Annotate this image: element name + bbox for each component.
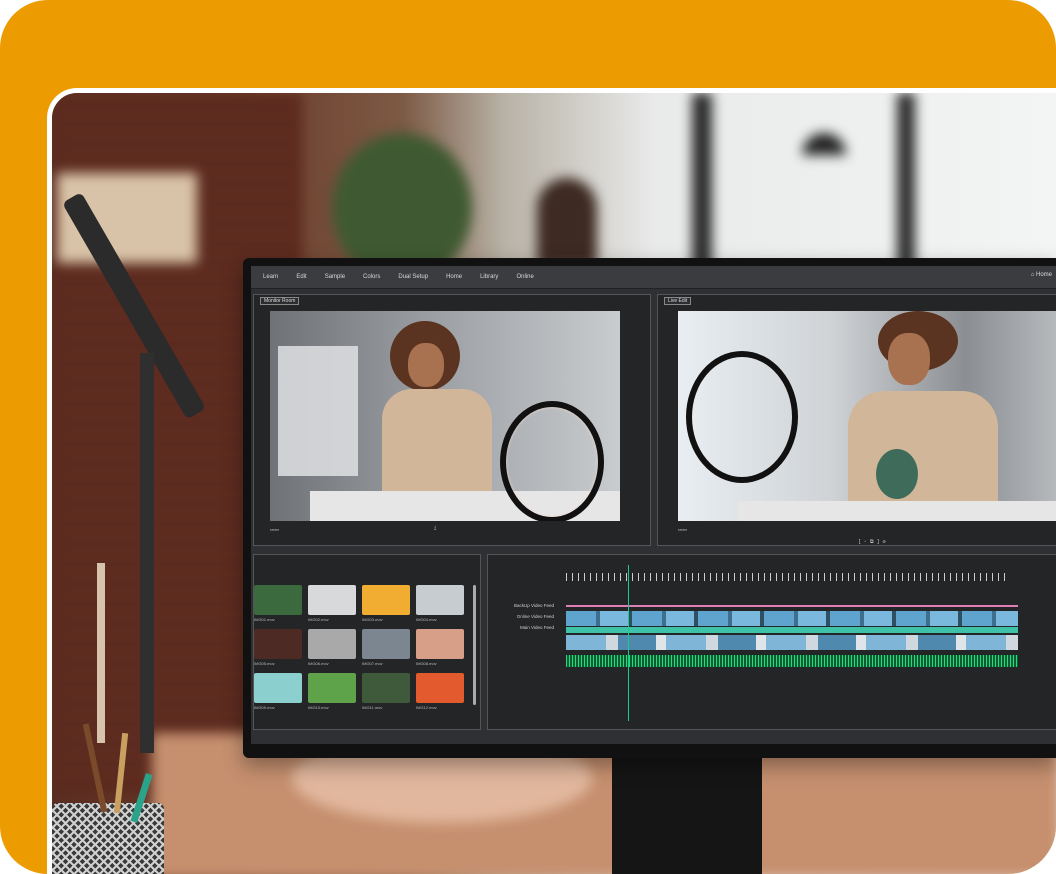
person-face [408,343,444,387]
clip-thumb[interactable] [416,585,464,615]
menu-learn[interactable]: Learn [263,274,278,280]
menu-sample[interactable]: Sample [325,274,345,280]
menu-library[interactable]: Library [480,274,498,280]
clip-thumb[interactable] [308,585,356,615]
clip-thumb[interactable] [416,673,464,703]
ring-light [500,401,604,521]
monitor-room-panel: Monitor Room ▭▭▭ ⤓ [253,294,651,546]
menu-colors[interactable]: Colors [363,274,380,280]
clip-thumb[interactable] [416,629,464,659]
live-edit-tag: Live Edit [664,297,692,305]
track-labels: BackUp Video Feed Online Video Feed Main… [494,603,554,683]
person-right-face [888,333,930,385]
lamp-pole [140,353,154,753]
clip-caption: IMG06.mov [308,661,329,666]
clip-caption: IMG05.mov [254,661,275,666]
clip-thumb[interactable] [254,629,302,659]
orange-frame: Learn Edit Sample Colors Dual Setup Home… [0,0,1056,874]
pendant-lamp [802,133,846,155]
monitor: Learn Edit Sample Colors Dual Setup Home… [243,258,1056,758]
clip-caption: IMG08.mov [416,661,437,666]
media-bin-scrollbar[interactable] [473,585,476,705]
clip-thumb[interactable] [308,673,356,703]
window-frame-2 [897,93,915,283]
playhead[interactable] [628,565,629,721]
clip-caption: IMG03.mov [362,617,383,622]
preview-video-left [270,311,620,521]
home-button[interactable]: ⌂ Home [1031,272,1052,278]
media-bin: IMG01.mov IMG02.mov IMG03.mov IMG04.mov … [253,554,481,730]
person-shirt [382,389,492,493]
clip-thumb[interactable] [362,585,410,615]
timecode-left: ▭▭▭ [270,527,280,533]
desk-right [738,501,1056,521]
video-editor-screen: Learn Edit Sample Colors Dual Setup Home… [251,266,1056,744]
clip-caption: IMG07.mov [362,661,383,666]
clip-caption: IMG01.mov [254,617,275,622]
menu-dual-setup[interactable]: Dual Setup [398,274,428,280]
clip-thumb[interactable] [362,629,410,659]
clip-caption: IMG09.mov [254,705,275,710]
lamp-spring [97,563,105,743]
track-label-main: Main Video Feed [520,625,554,630]
clip-caption: IMG11.mov [362,705,383,710]
clip-thumb[interactable] [254,673,302,703]
track-label-backup: BackUp Video Feed [514,603,554,608]
shelf [278,346,358,476]
menu-online[interactable]: Online [516,274,533,280]
clip-thumb[interactable] [254,585,302,615]
menu-bar: Learn Edit Sample Colors Dual Setup Home… [251,266,1056,289]
monitor-room-tag: Monitor Room [260,297,300,305]
clip-caption: IMG02.mov [308,617,329,622]
live-edit-panel: Live Edit ▭▭▭ [ ▫ ⧉ ] ⊘ [657,294,1056,546]
timeline-panel: BackUp Video Feed Online Video Feed Main… [487,554,1056,730]
timeline-ruler [566,573,1006,581]
controls-right[interactable]: [ ▫ ⧉ ] ⊘ [858,539,886,545]
clip-track[interactable] [566,635,1018,650]
menu-edit[interactable]: Edit [296,274,306,280]
track-label-online: Online Video Feed [516,614,554,619]
clip-caption: IMG10.mov [308,705,329,710]
preview-video-right [678,311,1056,521]
clip-caption: IMG12.mov [416,705,437,710]
pen-holder [52,803,164,874]
audio-waveform[interactable] [566,655,1018,667]
clip-thumb[interactable] [362,673,410,703]
pink-line [566,605,1018,607]
monitor-stand [612,753,762,874]
vase [876,449,918,499]
clip-caption: IMG04.mov [416,617,437,622]
ring-light-right [686,351,798,483]
video-track[interactable] [566,611,1018,626]
download-icon-left[interactable]: ⤓ [434,525,436,531]
clip-thumb[interactable] [308,629,356,659]
person-right-shirt [848,391,998,501]
person-background [537,178,597,268]
menu-home[interactable]: Home [446,274,462,280]
timecode-right: ▭▭▭ [678,527,688,533]
window-frame [692,93,712,283]
teal-track[interactable] [566,627,1018,633]
home-label: Home [1035,272,1052,278]
